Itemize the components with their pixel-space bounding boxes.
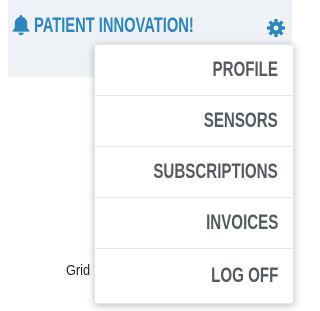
menu-item-sensors[interactable]: SENSORS	[95, 96, 293, 147]
menu-item-label: PROFILE	[212, 58, 278, 81]
menu-item-subscriptions[interactable]: SUBSCRIPTIONS	[95, 147, 293, 198]
menu-item-label: SUBSCRIPTIONS	[153, 160, 278, 183]
menu-item-profile[interactable]: PROFILE	[95, 45, 293, 96]
gear-icon[interactable]	[266, 18, 286, 38]
bell-icon[interactable]	[12, 14, 30, 36]
menu-item-invoices[interactable]: INVOICES	[95, 198, 293, 249]
background-grid-label: Grid	[66, 262, 91, 279]
app-title[interactable]: PATIENT INNOVATION!	[34, 11, 194, 41]
page: PATIENT INNOVATION! Grid PROFILE SENSORS…	[0, 0, 308, 311]
menu-item-log-off[interactable]: LOG OFF	[95, 249, 293, 303]
menu-item-label: SENSORS	[204, 109, 278, 132]
settings-dropdown-menu: PROFILE SENSORS SUBSCRIPTIONS INVOICES L…	[94, 44, 294, 304]
menu-item-label: INVOICES	[205, 211, 278, 234]
menu-item-label: LOG OFF	[210, 264, 278, 287]
